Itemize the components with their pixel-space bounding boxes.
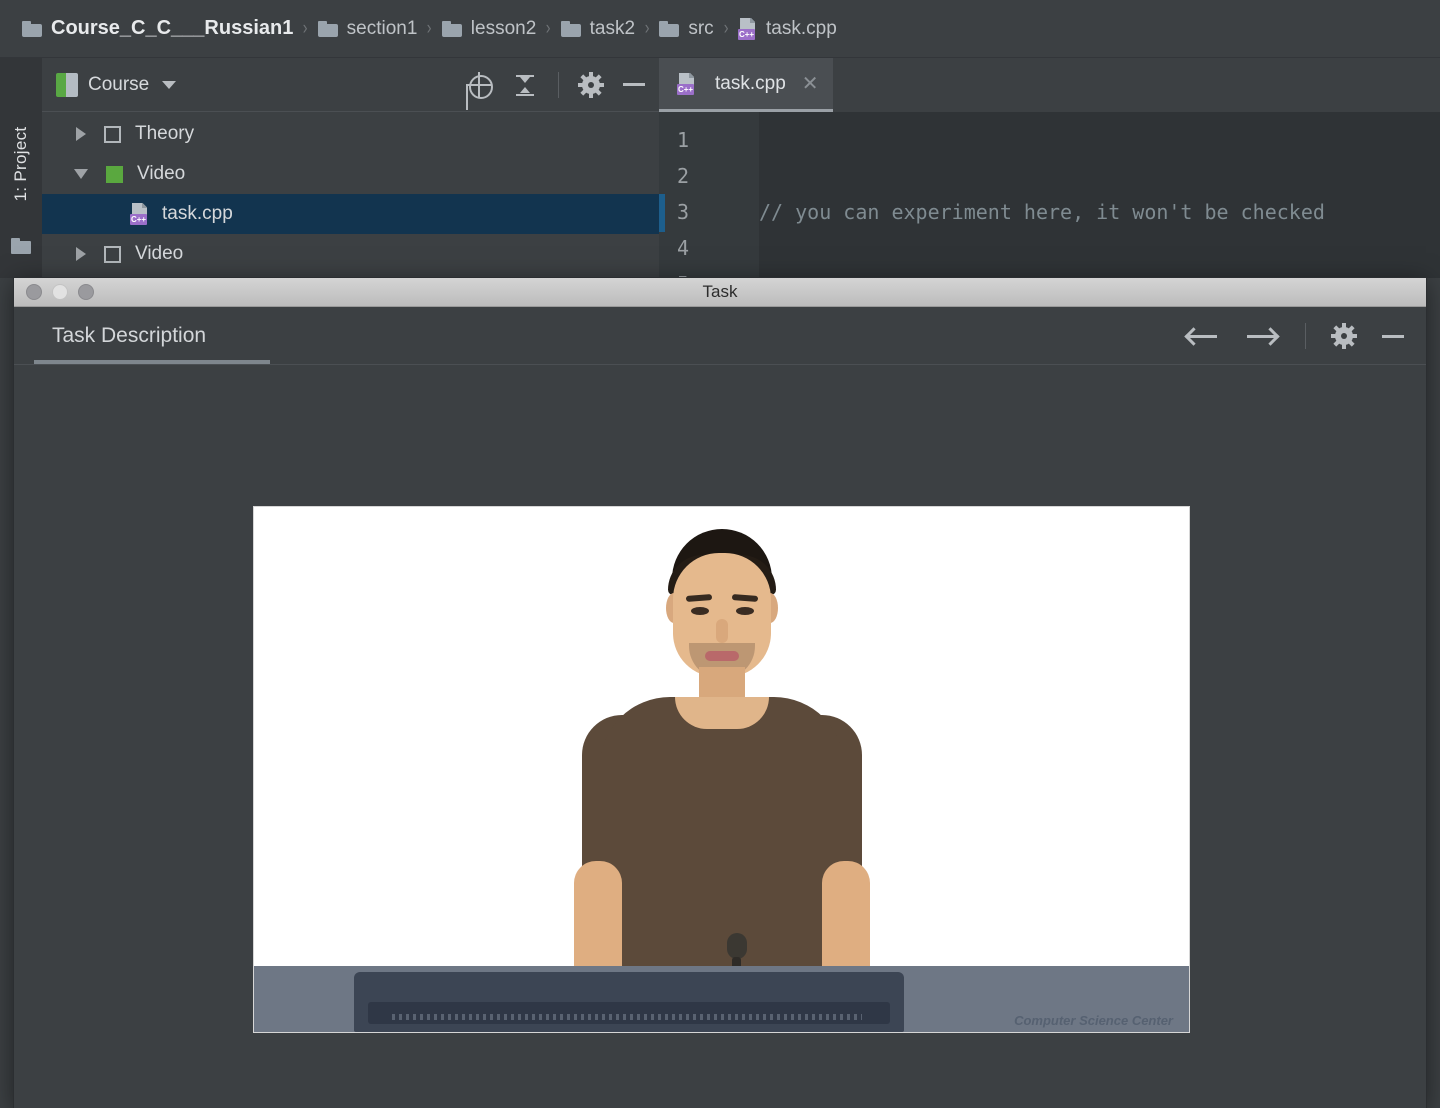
chevron-right-icon[interactable] bbox=[76, 247, 86, 261]
screen-root: Course_C_C___Russian1 › section1 › lesso… bbox=[0, 0, 1440, 1108]
breadcrumb-separator: › bbox=[546, 17, 551, 39]
task-window-titlebar[interactable]: Task bbox=[14, 278, 1426, 307]
breadcrumb-item-task2[interactable]: task2 bbox=[560, 17, 636, 40]
project-panel-toolbar bbox=[466, 71, 645, 99]
chevron-right-icon[interactable] bbox=[76, 127, 86, 141]
toolbar-divider bbox=[1305, 323, 1306, 349]
tree-item-label: Theory bbox=[135, 123, 195, 144]
editor-tab-label: task.cpp bbox=[715, 72, 786, 94]
breadcrumb-item-src[interactable]: src bbox=[659, 17, 714, 40]
code-area[interactable]: 1 2 3 4 5 // you can experiment here, it… bbox=[659, 112, 1440, 296]
task-description-body: Computer Science Center bbox=[14, 365, 1426, 1033]
folder-icon bbox=[317, 20, 338, 37]
breadcrumb-item-section1[interactable]: section1 bbox=[317, 17, 418, 40]
code-editor: C++ task.cpp ✕ 1 2 3 4 5 // you can expe… bbox=[659, 58, 1440, 296]
cpp-file-icon: C++ bbox=[130, 203, 150, 225]
project-view-title[interactable]: Course bbox=[88, 74, 149, 96]
toolbar-divider bbox=[558, 71, 559, 98]
editor-tab-bar: C++ task.cpp ✕ bbox=[659, 58, 1440, 112]
chevron-down-icon[interactable] bbox=[74, 169, 88, 179]
course-book-icon bbox=[56, 72, 78, 97]
code-line-1: // you can experiment here, it won't be … bbox=[759, 200, 1325, 224]
task-window: Task Task Description Computer Science C… bbox=[14, 278, 1426, 1108]
line-number: 2 bbox=[677, 164, 690, 188]
sidebar-button-project[interactable]: 1: Project bbox=[11, 127, 31, 202]
tab-task-description[interactable]: Task Description bbox=[52, 324, 206, 348]
breadcrumb-label: section1 bbox=[346, 17, 418, 39]
tree-item-label: task.cpp bbox=[162, 203, 233, 224]
tree-item-label: Video bbox=[137, 163, 186, 184]
square-icon bbox=[104, 245, 121, 263]
breadcrumb-item-lesson2[interactable]: lesson2 bbox=[441, 17, 537, 40]
line-number: 1 bbox=[677, 128, 690, 152]
editor-tab-task-cpp[interactable]: C++ task.cpp ✕ bbox=[659, 58, 833, 112]
code-lines[interactable]: // you can experiment here, it won't be … bbox=[759, 112, 1440, 278]
line-number-gutter: 1 2 3 4 5 bbox=[659, 112, 759, 296]
video-presenter bbox=[542, 515, 902, 1032]
project-tool-window: Course Theory Video C++ task.cpp Video bbox=[42, 58, 659, 278]
task-panel-toolbar bbox=[1184, 323, 1404, 349]
folder-icon bbox=[22, 20, 42, 37]
breadcrumb-label: task2 bbox=[589, 17, 636, 39]
tree-item-theory[interactable]: Theory bbox=[42, 114, 659, 154]
square-icon-completed bbox=[106, 165, 123, 183]
project-panel-header: Course bbox=[42, 58, 659, 112]
task-panel-header: Task Description bbox=[14, 307, 1426, 365]
folder-icon bbox=[560, 20, 581, 37]
video-desk: Computer Science Center bbox=[254, 966, 1189, 1032]
tree-item-video-expanded[interactable]: Video bbox=[42, 154, 659, 194]
collapse-all-icon[interactable] bbox=[512, 72, 538, 98]
forward-arrow-icon[interactable] bbox=[1245, 323, 1280, 349]
gutter-change-marker bbox=[659, 194, 665, 232]
breadcrumb-label: Course_C_C___Russian1 bbox=[51, 17, 294, 39]
breadcrumb-label: src bbox=[688, 17, 714, 39]
gear-icon[interactable] bbox=[578, 71, 604, 98]
close-icon[interactable]: ✕ bbox=[802, 71, 819, 96]
breadcrumb-separator: › bbox=[644, 17, 650, 39]
minimize-icon[interactable] bbox=[623, 83, 645, 86]
tree-item-video-collapsed[interactable]: Video bbox=[42, 234, 659, 274]
chevron-down-icon[interactable] bbox=[162, 80, 177, 89]
folder-icon bbox=[441, 20, 462, 37]
cpp-file-icon: C++ bbox=[677, 72, 697, 95]
breadcrumb-item-file[interactable]: C++ task.cpp bbox=[738, 17, 837, 40]
breadcrumb-label: lesson2 bbox=[470, 17, 537, 39]
folder-icon bbox=[659, 20, 680, 37]
tool-window-strip-left: 1: Project bbox=[0, 58, 42, 278]
breadcrumb-label: task.cpp bbox=[766, 17, 837, 39]
breadcrumb-separator: › bbox=[427, 17, 432, 39]
minimize-icon[interactable] bbox=[1382, 334, 1404, 338]
tree-item-task-cpp[interactable]: C++ task.cpp bbox=[42, 194, 659, 234]
video-frame: Computer Science Center bbox=[254, 507, 1189, 1032]
folder-icon[interactable] bbox=[11, 238, 31, 254]
line-number: 4 bbox=[677, 236, 690, 260]
breadcrumb-item-course[interactable]: Course_C_C___Russian1 bbox=[22, 17, 293, 40]
square-icon bbox=[104, 125, 121, 143]
video-watermark: Computer Science Center bbox=[1014, 1013, 1173, 1028]
project-tree: Theory Video C++ task.cpp Video bbox=[42, 112, 659, 274]
cpp-file-icon: C++ bbox=[738, 17, 758, 40]
back-arrow-icon[interactable] bbox=[1184, 323, 1219, 349]
line-number: 3 bbox=[677, 200, 690, 224]
task-window-title: Task bbox=[702, 282, 738, 301]
breadcrumb-separator: › bbox=[303, 17, 308, 39]
gear-icon[interactable] bbox=[1331, 323, 1357, 349]
breadcrumb-separator: › bbox=[723, 17, 729, 39]
breadcrumb: Course_C_C___Russian1 › section1 › lesso… bbox=[0, 0, 1440, 58]
tree-item-label: Video bbox=[135, 243, 184, 264]
video-monitor bbox=[354, 972, 904, 1032]
video-player[interactable]: Computer Science Center bbox=[253, 506, 1190, 1033]
locate-icon[interactable] bbox=[466, 71, 493, 99]
